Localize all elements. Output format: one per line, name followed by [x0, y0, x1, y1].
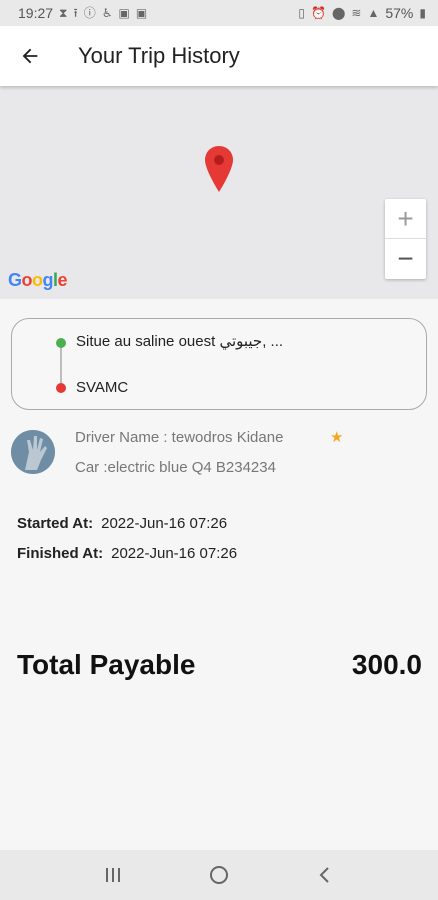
status-bar: 19:27 ⧗ ⭱ ⓘ ♿ ▣ ▣ ▯ ⏰ ⬤ ≋ ▲ 57% ▮: [0, 0, 438, 26]
home-button[interactable]: [199, 855, 239, 895]
signal-icon: ▲: [367, 6, 380, 20]
hourglass-icon: ⧗: [59, 6, 68, 20]
route-card: Situe au saline ouest جيبوتي, ... SVAMC: [11, 318, 427, 410]
recent-apps-button[interactable]: [93, 855, 133, 895]
driver-avatar: [11, 430, 55, 474]
origin-dot-icon: [56, 338, 66, 348]
status-left: 19:27 ⧗ ⭱ ⓘ ♿ ▣ ▣: [18, 5, 147, 21]
driver-name: Driver Name : tewodros Kidane: [75, 429, 284, 446]
accessibility-icon: ♿: [101, 6, 113, 20]
system-nav-bar: [0, 850, 438, 900]
location-icon: ⬤: [331, 6, 346, 20]
hand-image-icon: [11, 430, 55, 474]
wifi-icon: ≋: [351, 6, 362, 20]
map-view[interactable]: + − Google: [0, 86, 438, 299]
upload-icon: ⭱: [73, 6, 78, 20]
google-logo: Google: [8, 270, 68, 290]
route-connector: [60, 343, 62, 388]
nav-back-button[interactable]: [305, 855, 345, 895]
map-pin-icon: [205, 146, 233, 192]
vibrate-icon: ▯: [298, 6, 306, 20]
back-icon: [319, 867, 329, 883]
battery-icon: ▮: [419, 6, 426, 20]
recent-apps-icon: [106, 868, 120, 882]
total-payable-label: Total Payable: [17, 649, 196, 680]
info-icon: ⓘ: [83, 6, 96, 20]
star-icon: ★: [330, 429, 344, 446]
total-payable-value: 300.0: [351, 649, 422, 680]
back-button[interactable]: [0, 26, 60, 86]
page-title: Your Trip History: [78, 43, 240, 68]
destination-dot-icon: [56, 383, 66, 393]
home-icon: [210, 866, 228, 884]
started-at-row: Started At: 2022-Jun-16 07:26: [17, 515, 227, 532]
image-icon: ▣: [118, 6, 130, 20]
finished-at-row: Finished At: 2022-Jun-16 07:26: [17, 545, 237, 562]
finished-label: Finished At:: [17, 545, 104, 562]
zoom-in-button[interactable]: +: [385, 199, 426, 239]
destination-address: SVAMC: [76, 379, 129, 396]
battery-level: 57%: [385, 5, 414, 21]
zoom-out-button[interactable]: −: [385, 239, 426, 279]
alarm-icon: ⏰: [311, 6, 326, 20]
zoom-controls: + −: [385, 199, 426, 279]
origin-address: Situe au saline ouest جيبوتي, ...: [76, 333, 284, 350]
app-bar: Your Trip History: [0, 26, 438, 86]
status-time: 19:27: [18, 5, 54, 21]
image-icon: ▣: [135, 6, 148, 20]
started-value: 2022-Jun-16 07:26: [101, 515, 228, 532]
arrow-left-icon: [22, 48, 38, 64]
status-right: ▯ ⏰ ⬤ ≋ ▲ 57% ▮: [298, 5, 426, 21]
started-label: Started At:: [17, 515, 94, 532]
driver-car: Car :electric blue Q4 B234234: [75, 459, 276, 476]
finished-value: 2022-Jun-16 07:26: [111, 545, 238, 562]
